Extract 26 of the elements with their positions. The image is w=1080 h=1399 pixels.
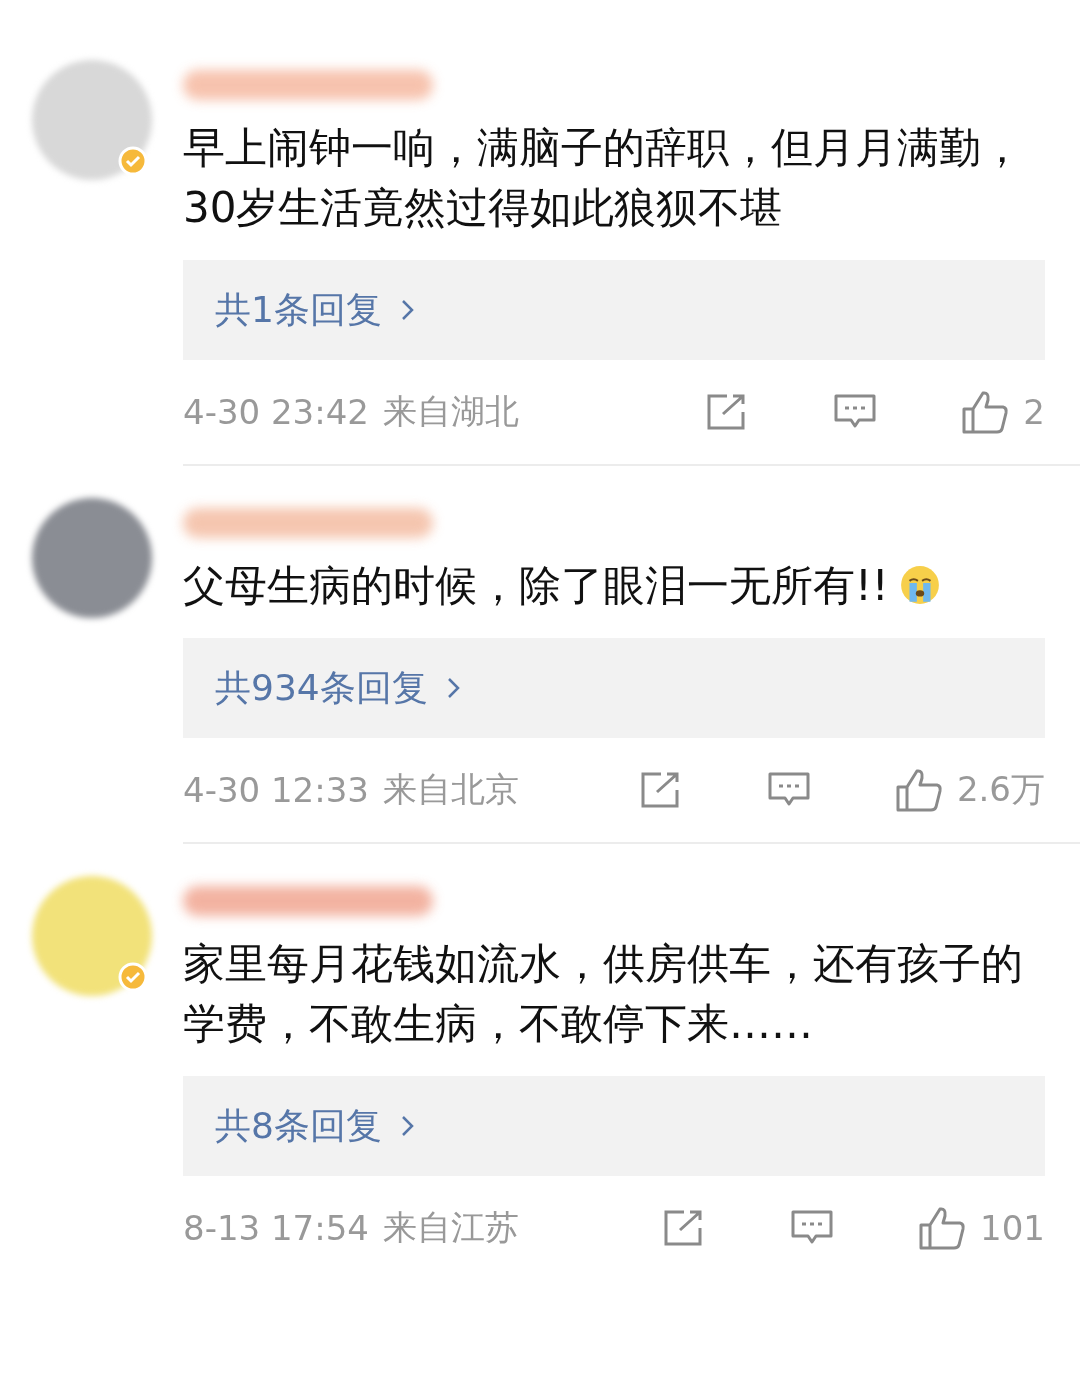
thumbs-up-icon [918,1205,967,1251]
chevron-right-icon [399,298,416,322]
comment-time: 4-30 23:42 [183,392,369,432]
chevron-right-icon [399,1114,416,1138]
comment-time: 4-30 12:33 [183,770,369,810]
comment-location: 来自江苏 [382,1206,519,1249]
verified-badge-icon [117,962,148,992]
comment-text: 早上闹钟一响，满脑子的辞职，但月月满勤，30岁生活竟然过得如此狼狈不堪 [183,122,1024,234]
verified-badge-icon [117,146,148,176]
like-button[interactable]: 101 [918,1205,1045,1251]
thumbs-up-icon [961,389,1010,435]
like-button[interactable]: 2 [961,389,1045,435]
like-button[interactable]: 2.6万 [894,767,1045,813]
avatar[interactable] [31,498,152,618]
crying-face-icon [898,564,941,606]
comment-location: 来自北京 [382,768,519,811]
comment-location: 来自湖北 [382,390,519,433]
replies-link[interactable]: 共934条回复 [183,638,1045,738]
comment-time: 8-13 17:54 [183,1208,369,1248]
replies-link[interactable]: 共1条回复 [183,260,1045,360]
comment-text: 家里每月花钱如流水，供房供车，还有孩子的学费，不敢生病，不敢停下来…… [183,938,1024,1050]
avatar[interactable] [31,876,152,996]
replies-link[interactable]: 共8条回复 [183,1076,1045,1176]
comment-text: 父母生病的时候，除了眼泪一无所有!! [183,556,1045,616]
chevron-right-icon [445,676,462,700]
thumbs-up-icon [894,767,943,813]
